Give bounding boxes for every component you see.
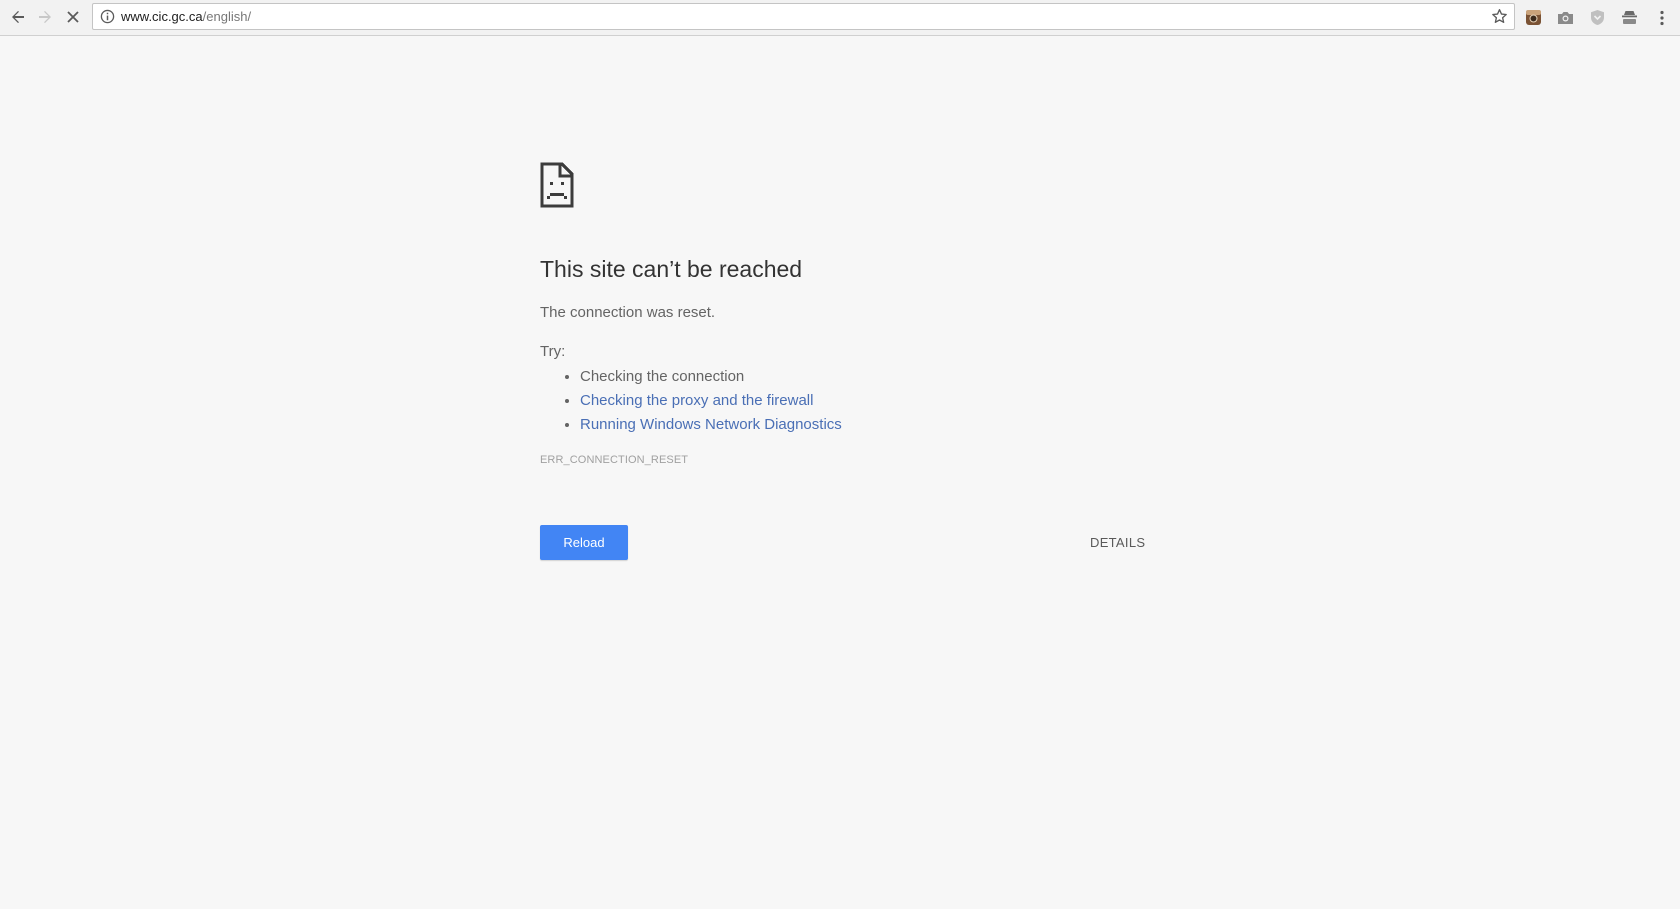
suggestion-item: Running Windows Network Diagnostics	[580, 413, 842, 437]
suggestions-list: Checking the connection Checking the pro…	[540, 365, 842, 437]
shield-icon[interactable]	[1588, 8, 1607, 27]
error-title: This site can’t be reached	[540, 256, 803, 282]
url-text[interactable]: www.cic.gc.ca/english/	[121, 9, 251, 25]
instagram-extension-icon[interactable]	[1524, 8, 1543, 27]
reload-button[interactable]: Reload	[540, 525, 628, 560]
try-label: Try:	[540, 343, 566, 360]
suggestion-network-diagnostics-link[interactable]: Running Windows Network Diagnostics	[580, 416, 842, 433]
close-icon	[67, 11, 79, 23]
error-code: ERR_CONNECTION_RESET	[540, 454, 689, 466]
address-bar[interactable]: www.cic.gc.ca/english/	[92, 3, 1515, 30]
more-vert-icon[interactable]	[1652, 8, 1671, 27]
camera-icon[interactable]	[1556, 8, 1575, 27]
bookmark-star-icon[interactable]	[1491, 8, 1508, 25]
incognito-icon[interactable]	[1620, 8, 1639, 27]
arrow-left-icon	[12, 11, 24, 23]
sad-document-icon	[540, 162, 574, 208]
arrow-right-icon	[39, 11, 51, 23]
stop-loading-button[interactable]	[61, 5, 85, 29]
info-icon[interactable]	[100, 9, 115, 24]
browser-toolbar: www.cic.gc.ca/english/	[0, 0, 1680, 36]
url-host: www.cic.gc.ca	[121, 9, 203, 24]
suggestion-item: Checking the connection	[580, 365, 842, 389]
details-button[interactable]: DETAILS	[1078, 525, 1157, 560]
suggestion-check-proxy-link[interactable]: Checking the proxy and the firewall	[580, 392, 813, 409]
error-reason: The connection was reset.	[540, 304, 716, 321]
back-button[interactable]	[6, 5, 30, 29]
forward-button[interactable]	[33, 5, 57, 29]
suggestion-check-connection: Checking the connection	[580, 368, 745, 385]
url-path: /english/	[202, 9, 252, 24]
suggestion-item: Checking the proxy and the firewall	[580, 389, 842, 413]
